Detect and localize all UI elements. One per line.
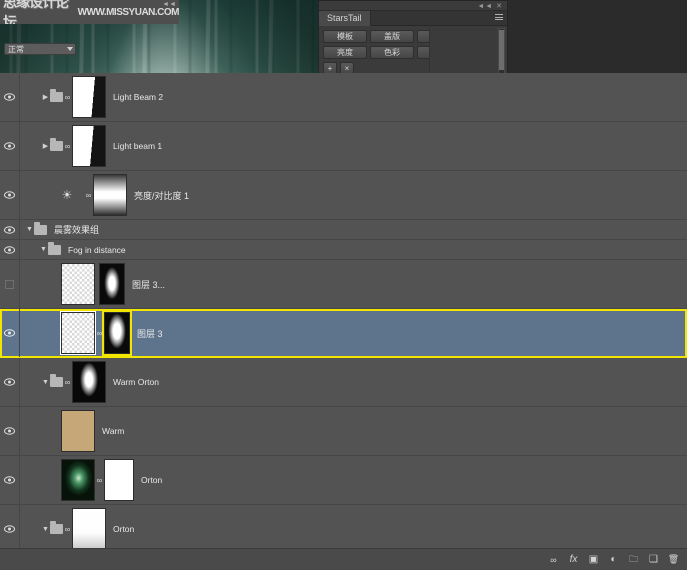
panel-collapse-close-icons[interactable]: ◄◄ ✕ (477, 2, 503, 10)
layer-thumbnail[interactable] (61, 459, 95, 501)
visibility-eye-icon[interactable] (0, 93, 19, 101)
folder-icon (50, 89, 63, 102)
layers-panel: 思缘设计论坛 WWW.MISSYUAN.COM ◄◄ ⌕ 类型 ▼ ▣ ◑ T … (0, 0, 687, 570)
photoshop-window: POCO 摄影专题 http://photo.poco.cn/ ◄◄ ✕ Sta… (0, 0, 687, 570)
visibility-eye-icon[interactable] (0, 525, 19, 533)
layer-mask-thumbnail[interactable] (93, 174, 127, 216)
layer-name[interactable]: Orton (106, 524, 134, 534)
layer-thumbnail[interactable] (60, 311, 96, 355)
layer-name[interactable]: Light Beam 2 (106, 92, 163, 102)
starstail-btn-1-1[interactable]: 色彩 (370, 46, 414, 59)
folder-icon (34, 221, 47, 235)
table-row[interactable]: ∞ Orton (0, 456, 687, 505)
starstail-btn-1-0[interactable]: 亮度 (323, 46, 367, 59)
missyuan-watermark: 思缘设计论坛 WWW.MISSYUAN.COM ◄◄ (0, 0, 179, 24)
link-icon[interactable]: ∞ (63, 378, 72, 387)
link-icon[interactable]: ∞ (63, 142, 72, 151)
collapse-arrow-icon[interactable]: ▼ (41, 379, 50, 386)
visibility-eye-icon[interactable] (0, 476, 19, 484)
table-row[interactable]: ▼ Fog in distance (0, 240, 687, 260)
layer-name[interactable]: 图层 3 (130, 327, 163, 340)
brightness-contrast-icon[interactable]: ☀ (50, 188, 84, 202)
add-style-fx-icon[interactable]: fx (568, 554, 579, 565)
table-row[interactable]: ▼ 晨雾效果组 (0, 220, 687, 240)
layers-footer-toolbar: ∞ fx ▣ ◐ 🗀 ❏ 🗑 (0, 548, 687, 570)
visibility-eye-icon[interactable] (0, 329, 19, 337)
link-icon[interactable]: ∞ (95, 476, 104, 485)
table-row[interactable]: ☀ ∞ 亮度/对比度 1 (0, 171, 687, 220)
panel-menu-icon[interactable] (495, 14, 503, 21)
add-mask-icon[interactable]: ▣ (588, 554, 599, 565)
table-row[interactable]: ▶ ∞ Light beam 1 (0, 122, 687, 171)
chevron-down-icon (67, 47, 73, 51)
visibility-eye-icon[interactable] (0, 191, 19, 199)
collapse-arrow-icon[interactable]: ▼ (39, 246, 48, 253)
table-row[interactable]: ▶ ∞ Light Beam 2 (0, 73, 687, 122)
visibility-eye-icon[interactable] (0, 279, 19, 289)
missyuan-watermark-cn: 思缘设计论坛 (3, 0, 69, 24)
layer-name[interactable]: Orton (134, 475, 162, 485)
layer-thumbnail[interactable] (72, 125, 106, 167)
visibility-eye-icon[interactable] (0, 225, 19, 234)
blend-mode-select[interactable]: 正常 (4, 43, 76, 55)
starstail-titlebar[interactable]: ◄◄ ✕ (319, 1, 507, 11)
layers-collapse-icon[interactable]: ◄◄ (162, 1, 176, 8)
table-row[interactable]: ▼ ∞ Warm Orton (0, 358, 687, 407)
layer-thumbnail[interactable] (72, 361, 106, 403)
starstail-tabrow[interactable]: StarsTail (319, 10, 507, 26)
folder-icon (48, 241, 61, 255)
layer-thumbnail[interactable] (72, 508, 106, 548)
link-icon[interactable]: ∞ (84, 191, 93, 200)
table-row[interactable]: ▼ ∞ Orton (0, 505, 687, 548)
layer-name[interactable]: 图层 3... (125, 278, 165, 291)
layer-name[interactable]: Warm (95, 426, 124, 436)
visibility-eye-icon[interactable] (0, 378, 19, 386)
layer-name[interactable]: Light beam 1 (106, 141, 162, 151)
layer-thumbnail[interactable] (72, 76, 106, 118)
tab-starstail[interactable]: StarsTail (319, 10, 371, 26)
layer-name[interactable]: Fog in distance (61, 245, 126, 255)
delete-layer-icon[interactable]: 🗑 (668, 554, 679, 565)
starstail-btn-0-1[interactable]: 盖版 (370, 30, 414, 43)
layer-mask-thumbnail[interactable] (99, 263, 125, 305)
link-icon[interactable]: ∞ (63, 525, 72, 534)
table-row[interactable]: 图层 3... (0, 260, 687, 309)
visibility-eye-icon[interactable] (0, 142, 19, 150)
collapse-arrow-icon[interactable]: ▼ (41, 526, 50, 533)
folder-icon (50, 374, 63, 387)
visibility-eye-icon[interactable] (0, 427, 19, 435)
layer-name[interactable]: 亮度/对比度 1 (127, 189, 189, 202)
layer-thumbnail[interactable] (61, 263, 95, 305)
new-group-icon[interactable]: 🗀 (628, 554, 639, 565)
folder-icon (50, 521, 63, 534)
new-layer-icon[interactable]: ❏ (648, 554, 659, 565)
link-icon[interactable]: ∞ (63, 93, 72, 102)
layers-list[interactable]: ▶ ∞ Light Beam 2 ▶ ∞ Light beam 1 ☀ ∞ 亮度… (0, 73, 687, 548)
folder-icon (50, 138, 63, 151)
layer-name[interactable]: 晨雾效果组 (47, 223, 99, 236)
expand-arrow-icon[interactable]: ▶ (41, 93, 50, 101)
blend-mode-value: 正常 (8, 44, 24, 54)
table-row-selected[interactable]: ∞ 图层 3 (0, 309, 687, 358)
layer-mask-thumbnail[interactable] (102, 310, 132, 356)
starstail-btn-0-0[interactable]: 模板 (323, 30, 367, 43)
link-layers-icon[interactable]: ∞ (548, 554, 559, 565)
layer-thumbnail[interactable] (61, 410, 95, 452)
missyuan-watermark-en: WWW.MISSYUAN.COM (77, 6, 179, 18)
visibility-eye-icon[interactable] (0, 245, 19, 254)
layer-name[interactable]: Warm Orton (106, 377, 159, 387)
table-row[interactable]: Warm (0, 407, 687, 456)
expand-arrow-icon[interactable]: ▶ (41, 142, 50, 150)
add-adjustment-icon[interactable]: ◐ (608, 554, 619, 565)
layer-mask-thumbnail[interactable] (104, 459, 134, 501)
collapse-arrow-icon[interactable]: ▼ (25, 226, 34, 233)
link-icon[interactable]: ∞ (95, 329, 104, 338)
